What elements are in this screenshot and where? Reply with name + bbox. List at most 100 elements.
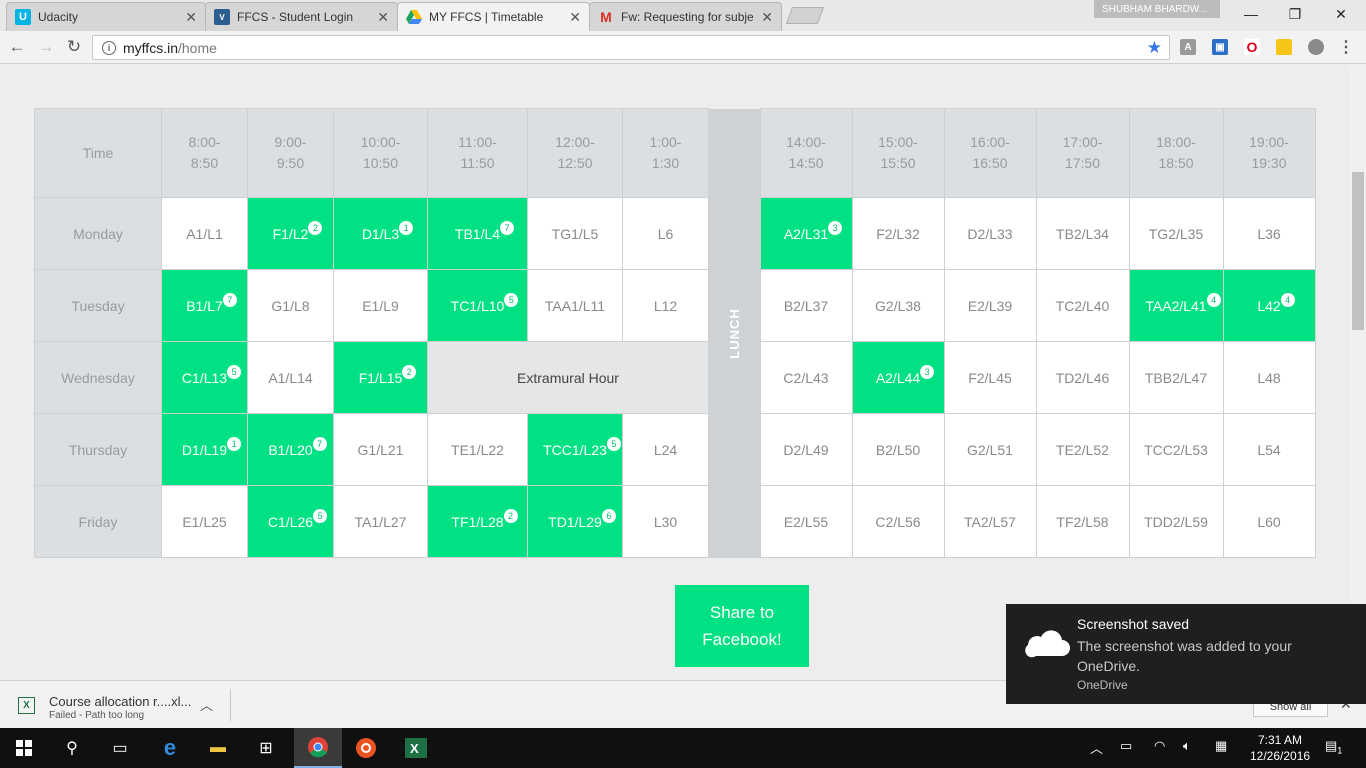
ubuntu-icon[interactable] [342, 728, 390, 768]
slot-cell[interactable]: L48 [1222, 341, 1316, 414]
slot-cell[interactable]: L30 [622, 485, 709, 558]
translate-extension-icon[interactable]: A [1180, 39, 1196, 55]
slot-cell[interactable]: B1/L20 7 [247, 413, 334, 486]
action-center-icon[interactable]: ▤1 [1325, 738, 1342, 756]
notes-extension-icon[interactable] [1276, 39, 1292, 55]
slot-cell[interactable]: L42 4 [1222, 269, 1316, 342]
page-scrollbar[interactable] [1350, 65, 1366, 680]
slot-cell[interactable]: G2/L38 [851, 269, 945, 342]
slot-cell[interactable]: TCC2/L53 [1128, 413, 1224, 486]
battery-icon[interactable]: ▭ [1120, 738, 1132, 754]
slot-cell[interactable]: L12 [622, 269, 709, 342]
reload-icon[interactable]: ↻ [63, 36, 85, 58]
slot-cell[interactable]: E1/L9 [333, 269, 428, 342]
edge-browser-icon[interactable]: e [146, 728, 194, 768]
opera-extension-icon[interactable]: O [1244, 39, 1260, 55]
onedrive-notification[interactable]: Screenshot saved The screenshot was adde… [1006, 604, 1366, 704]
excel-file-icon[interactable]: X [18, 697, 35, 714]
slot-cell[interactable]: G1/L8 [247, 269, 334, 342]
slot-cell[interactable]: B2/L50 [851, 413, 945, 486]
slot-cell[interactable]: TB2/L34 [1035, 197, 1130, 270]
windows-start-icon[interactable] [0, 728, 48, 768]
slot-cell[interactable]: TC2/L40 [1035, 269, 1130, 342]
slot-cell[interactable]: D2/L33 [943, 197, 1037, 270]
restore-icon[interactable]: ❐ [1272, 0, 1318, 28]
slot-cell[interactable]: TD1/L29 6 [527, 485, 623, 558]
tab-my-ffcs-timetable[interactable]: MY FFCS | Timetable ✕ [397, 2, 590, 31]
profile-button[interactable]: SHUBHAM BHARDW... [1094, 0, 1220, 18]
slot-cell[interactable]: TF1/L28 2 [427, 485, 528, 558]
slot-cell[interactable]: L54 [1222, 413, 1316, 486]
slot-cell[interactable]: F1/L2 2 [247, 197, 334, 270]
slot-cell[interactable]: E1/L25 [161, 485, 248, 558]
slot-cell[interactable]: C2/L43 [759, 341, 853, 414]
scrollbar-thumb[interactable] [1352, 172, 1364, 330]
slot-cell[interactable]: TCC1/L23 5 [527, 413, 623, 486]
wifi-icon[interactable]: ◠ [1154, 738, 1165, 754]
slot-cell[interactable]: TA1/L27 [333, 485, 428, 558]
address-bar[interactable]: i myffcs.in/home ★ [92, 35, 1170, 60]
slot-cell[interactable]: TD2/L46 [1035, 341, 1130, 414]
slot-cell[interactable]: A1/L14 [247, 341, 334, 414]
bookmark-star-icon[interactable]: ★ [1147, 38, 1162, 58]
slot-cell[interactable]: E2/L39 [943, 269, 1037, 342]
slot-cell[interactable]: TE2/L52 [1035, 413, 1130, 486]
slot-cell[interactable]: L60 [1222, 485, 1316, 558]
keyboard-icon[interactable]: ▦ [1215, 738, 1227, 754]
slot-cell[interactable]: D1/L3 1 [333, 197, 428, 270]
slot-cell[interactable]: D1/L19 1 [161, 413, 248, 486]
close-tab-icon[interactable]: ✕ [185, 9, 197, 26]
slot-cell[interactable]: L36 [1222, 197, 1316, 270]
extension-icon[interactable] [1308, 39, 1324, 55]
slot-cell[interactable]: F2/L45 [943, 341, 1037, 414]
store-icon[interactable]: ⊞ [242, 728, 290, 768]
slot-cell[interactable]: B2/L37 [759, 269, 853, 342]
tab-gmail[interactable]: M Fw: Requesting for subje ✕ [589, 2, 782, 31]
slot-cell[interactable]: TE1/L22 [427, 413, 528, 486]
slot-cell[interactable]: TB1/L4 7 [427, 197, 528, 270]
slot-cell[interactable]: D2/L49 [759, 413, 853, 486]
download-file-name[interactable]: Course allocation r....xl... [49, 694, 191, 709]
slot-cell[interactable]: F2/L32 [851, 197, 945, 270]
slot-cell[interactable]: G1/L21 [333, 413, 428, 486]
chrome-icon[interactable] [294, 728, 342, 768]
forward-arrow-icon[interactable]: → [35, 36, 57, 58]
slot-cell[interactable]: G2/L51 [943, 413, 1037, 486]
slot-cell[interactable]: TG2/L35 [1128, 197, 1224, 270]
close-tab-icon[interactable]: ✕ [569, 9, 581, 26]
slot-cell[interactable]: E2/L55 [759, 485, 853, 558]
slot-cell[interactable]: TA2/L57 [943, 485, 1037, 558]
slot-cell[interactable]: TC1/L10 5 [427, 269, 528, 342]
extension-icon[interactable]: ▣ [1212, 39, 1228, 55]
tab-ffcs-login[interactable]: V FFCS - Student Login ✕ [205, 2, 398, 31]
slot-cell[interactable]: C1/L13 5 [161, 341, 248, 414]
excel-icon[interactable]: X [392, 728, 440, 768]
new-tab-button[interactable] [785, 7, 825, 24]
close-tab-icon[interactable]: ✕ [761, 9, 773, 26]
back-arrow-icon[interactable]: ← [6, 36, 28, 58]
search-icon[interactable]: ⚲ [48, 728, 96, 768]
slot-cell[interactable]: F1/L15 2 [333, 341, 428, 414]
slot-cell[interactable]: L24 [622, 413, 709, 486]
system-clock[interactable]: 7:31 AM 12/26/2016 [1250, 732, 1310, 764]
url-text[interactable]: myffcs.in/home [123, 40, 1147, 56]
slot-cell[interactable]: TDD2/L59 [1128, 485, 1224, 558]
minimize-icon[interactable]: — [1228, 0, 1274, 28]
slot-cell[interactable]: TBB2/L47 [1128, 341, 1224, 414]
slot-cell[interactable]: TAA1/L11 [527, 269, 623, 342]
chevron-up-icon[interactable]: ︿ [1090, 738, 1103, 757]
slot-cell[interactable]: A1/L1 [161, 197, 248, 270]
slot-cell[interactable]: B1/L7 7 [161, 269, 248, 342]
slot-cell[interactable]: C2/L56 [851, 485, 945, 558]
slot-cell[interactable]: A2/L44 3 [851, 341, 945, 414]
chevron-up-icon[interactable]: ︿ [200, 695, 213, 714]
share-to-facebook-button[interactable]: Share to Facebook! [675, 585, 809, 667]
slot-cell[interactable]: TF2/L58 [1035, 485, 1130, 558]
close-tab-icon[interactable]: ✕ [377, 9, 389, 26]
tab-udacity[interactable]: U Udacity ✕ [6, 2, 206, 31]
slot-cell[interactable]: C1/L26 5 [247, 485, 334, 558]
slot-cell[interactable]: A2/L31 3 [759, 197, 853, 270]
menu-dots-icon[interactable]: ⋮ [1338, 39, 1354, 56]
slot-cell[interactable]: L6 [622, 197, 709, 270]
volume-icon[interactable]: 🔈︎ [1183, 738, 1191, 754]
